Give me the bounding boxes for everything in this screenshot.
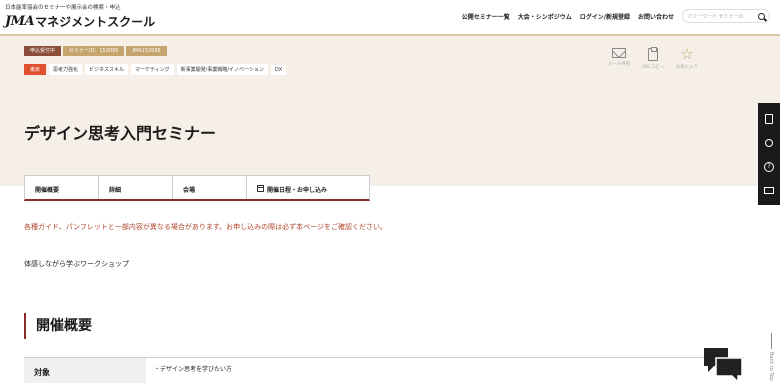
category-tag[interactable]: 思考力強化 xyxy=(49,64,83,75)
calendar-icon xyxy=(257,185,264,192)
clipboard-icon xyxy=(648,47,658,61)
tab-overview[interactable]: 開催概要 xyxy=(25,176,99,199)
status-tags: 申込受付中 セミナーID：152095 JMA152095 xyxy=(24,46,167,56)
tab-schedule[interactable]: 開催日程・お申し込み xyxy=(247,176,369,199)
logo-text: マネジメントスクール xyxy=(35,14,156,29)
tab-schedule-label: 開催日程・お申し込み xyxy=(267,187,328,194)
favorite-button[interactable]: ☆ お気に入り xyxy=(674,45,700,71)
table-header-cell: 対象 xyxy=(24,358,146,383)
back-to-top-line xyxy=(770,333,772,349)
side-search-icon[interactable] xyxy=(765,114,773,125)
chat-icon[interactable] xyxy=(702,346,744,383)
status-badge: 申込受付中 xyxy=(24,46,62,56)
search-placeholder: フリーワード セミナーの xyxy=(687,13,744,20)
back-to-top-label: Back to Top xyxy=(768,352,774,381)
category-tag[interactable]: DX xyxy=(270,64,287,75)
table-value-cell: ・デザイン思考を学びたい方 xyxy=(154,366,233,373)
nav-login[interactable]: ログイン/新規登録 xyxy=(580,12,630,21)
mail-share-label: メール共有 xyxy=(607,62,631,67)
notice-text: 各種ガイド、パンフレットと一部内容が異なる場合があります。お申し込みの際は必ず本… xyxy=(24,223,388,231)
page-title: デザイン思考入門セミナー xyxy=(24,124,217,143)
page-actions: メール共有 URLコピー ☆ お気に入り xyxy=(606,45,700,71)
url-copy-button[interactable]: URLコピー xyxy=(640,47,666,70)
category-tag[interactable]: マーケティング xyxy=(131,64,174,75)
back-to-top-link[interactable]: Back to Top xyxy=(768,333,774,381)
seminar-header-band: 申込受付中 セミナーID：152095 JMA152095 東京 思考力強化 ビ… xyxy=(0,36,780,186)
category-tags: 東京 思考力強化 ビジネススキル マーケティング 新事業開発/事業戦略/イノベー… xyxy=(24,64,287,75)
side-mail-icon[interactable] xyxy=(764,186,774,194)
logo-jma: JMA xyxy=(5,13,35,29)
jma-id-badge: JMA152095 xyxy=(126,46,167,56)
section-heading-overview: 開催概要 xyxy=(24,313,92,339)
nav-symposium[interactable]: 大会・シンポジウム xyxy=(518,12,572,21)
side-help-icon[interactable]: ? xyxy=(764,161,774,172)
nav-seminar-list[interactable]: 公開セミナー一覧 xyxy=(462,12,510,21)
location-tag[interactable]: 東京 xyxy=(24,64,47,75)
tab-venue[interactable]: 会場 xyxy=(173,176,247,199)
nav-contact[interactable]: お問い合わせ xyxy=(638,12,674,21)
url-copy-label: URLコピー xyxy=(641,65,665,70)
section-tabs: 開催概要 詳細 会場 開催日程・お申し込み xyxy=(24,175,370,201)
category-tag[interactable]: ビジネススキル xyxy=(85,64,129,75)
search-input[interactable]: フリーワード セミナーの xyxy=(682,9,770,23)
side-tool-bar: ? xyxy=(758,103,780,205)
favorite-label: お気に入り xyxy=(675,65,699,70)
global-nav: 公開セミナー一覧 大会・シンポジウム ログイン/新規登録 お問い合わせ フリーワ… xyxy=(462,9,770,23)
site-logo[interactable]: JMA マネジメントスクール xyxy=(5,12,155,30)
site-tagline: 日本能率協会のセミナーや展示会の検索・申込 xyxy=(5,5,121,11)
site-header: 日本能率協会のセミナーや展示会の検索・申込 JMA マネジメントスクール 公開セ… xyxy=(0,0,780,36)
mail-share-icon xyxy=(612,48,626,58)
star-icon: ☆ xyxy=(680,45,694,63)
mail-share-button[interactable]: メール共有 xyxy=(606,48,632,70)
lead-text: 体感しながら学ぶワークショップ xyxy=(24,260,129,268)
overview-table: 対象 ・デザイン思考を学びたい方 xyxy=(24,357,744,383)
category-tag[interactable]: 新事業開発/事業戦略/イノベーション xyxy=(176,64,268,75)
seminar-id-badge: セミナーID：152095 xyxy=(63,46,125,56)
side-user-icon[interactable] xyxy=(765,139,773,148)
tab-details[interactable]: 詳細 xyxy=(99,176,173,199)
search-icon[interactable] xyxy=(758,12,765,20)
